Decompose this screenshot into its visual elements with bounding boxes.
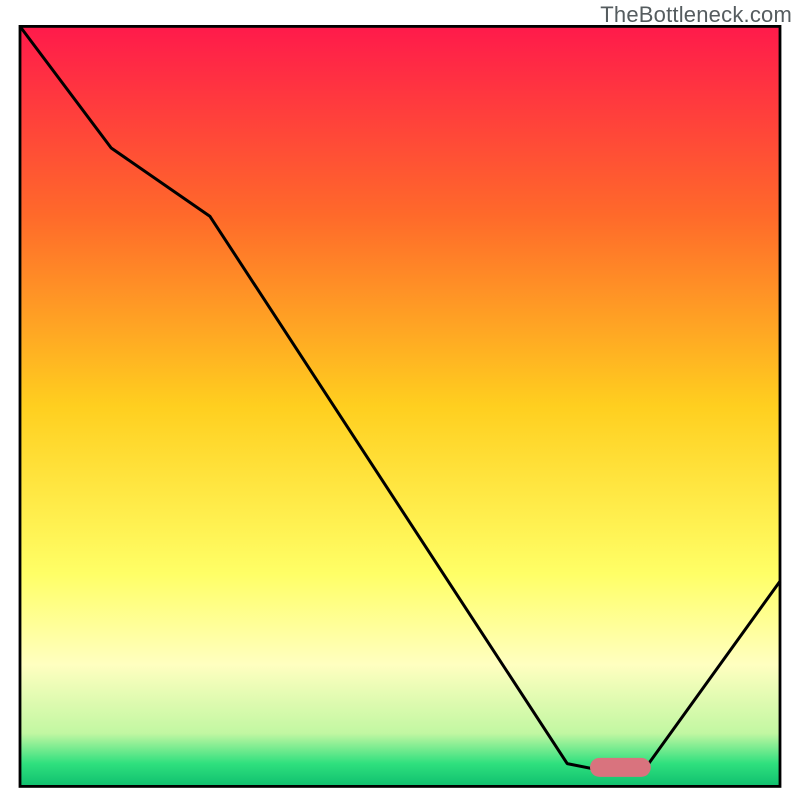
bottleneck-chart: TheBottleneck.com — [0, 0, 800, 800]
plot-background — [20, 26, 780, 786]
optimal-range-marker — [590, 758, 651, 777]
watermark-text: TheBottleneck.com — [600, 2, 792, 28]
chart-canvas — [0, 0, 800, 800]
